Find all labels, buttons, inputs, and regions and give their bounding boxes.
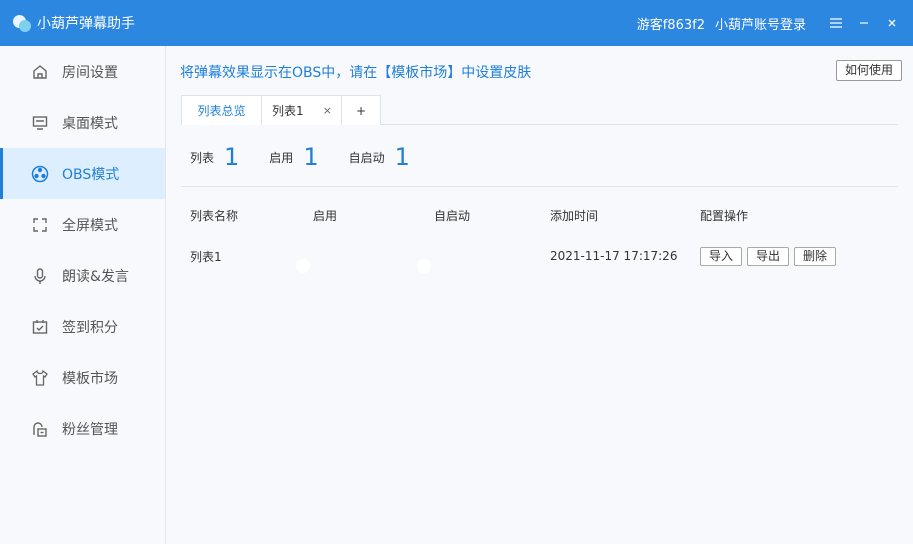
sidebar-item-label: 模板市场 xyxy=(62,370,118,387)
divider xyxy=(181,186,898,187)
sidebar-item-label: 桌面模式 xyxy=(62,115,118,132)
main-panel: 将弹幕效果显示在OBS中，请在【模板市场】中设置皮肤 如何使用 列表总览 列表1… xyxy=(166,46,913,544)
sidebar-item-obs-mode[interactable]: OBS模式 xyxy=(0,148,165,199)
table-header: 列表名称 启用 自启动 添加时间 配置操作 xyxy=(190,206,898,224)
home-icon xyxy=(31,63,49,81)
title-bar: 小葫芦弹幕助手 游客f863f2 小葫芦账号登录 xyxy=(0,0,913,46)
export-button[interactable]: 导出 xyxy=(747,246,790,266)
how-to-use-button[interactable]: 如何使用 xyxy=(835,60,902,81)
obs-hint-text: 将弹幕效果显示在OBS中，请在【模板市场】中设置皮肤 xyxy=(180,65,532,81)
column-header-name: 列表名称 xyxy=(190,208,239,223)
stat-label-lists: 列表 xyxy=(190,150,215,165)
sidebar-item-read-speak[interactable]: 朗读&发言 xyxy=(0,250,165,301)
stat-label-enabled: 启用 xyxy=(269,150,294,165)
add-tab-button[interactable]: + xyxy=(342,95,381,125)
column-header-actions: 配置操作 xyxy=(700,208,749,223)
minimize-icon[interactable] xyxy=(850,9,878,37)
sidebar-item-label: 朗读&发言 xyxy=(62,268,129,285)
close-icon[interactable]: × xyxy=(323,104,332,117)
column-header-autostart: 自启动 xyxy=(434,208,471,223)
tab-list1[interactable]: 列表1 × xyxy=(262,95,342,125)
stat-value-autostart: 1 xyxy=(394,143,410,171)
fullscreen-icon xyxy=(31,216,49,234)
tab-list-overview[interactable]: 列表总览 xyxy=(181,95,262,125)
sidebar-item-desktop-mode[interactable]: 桌面模式 xyxy=(0,97,165,148)
shirt-icon xyxy=(31,369,49,387)
delete-button[interactable]: 删除 xyxy=(794,246,837,266)
stat-value-enabled: 1 xyxy=(303,143,319,171)
table-row: 列表1 2021-11-17 17:17:26 导入 导出 删除 xyxy=(190,244,898,273)
actions-cell: 导入 导出 删除 xyxy=(700,246,898,266)
sidebar-item-label: 粉丝管理 xyxy=(62,421,118,438)
tab-bar: 列表总览 列表1 × + xyxy=(181,95,898,125)
tab-label: 列表1 xyxy=(272,104,304,118)
import-button[interactable]: 导入 xyxy=(700,246,743,266)
menu-icon[interactable] xyxy=(822,9,850,37)
guest-username: 游客f863f2 xyxy=(636,17,705,33)
monitor-icon xyxy=(31,114,49,132)
app-logo-icon xyxy=(13,13,33,33)
added-time-cell: 2021-11-17 17:17:26 xyxy=(550,249,678,263)
column-header-enabled: 启用 xyxy=(313,208,338,223)
app-title: 小葫芦弹幕助手 xyxy=(37,16,135,32)
close-icon[interactable] xyxy=(878,9,906,37)
sidebar-item-label: 签到积分 xyxy=(62,319,118,336)
sidebar-item-fullscreen-mode[interactable]: 全屏模式 xyxy=(0,199,165,250)
column-header-added-time: 添加时间 xyxy=(550,208,599,223)
sidebar-item-label: 全屏模式 xyxy=(62,217,118,234)
account-login-link[interactable]: 小葫芦账号登录 xyxy=(715,14,806,33)
stat-value-lists: 1 xyxy=(224,143,240,171)
sidebar: 房间设置 桌面模式 OBS模式 全屏模式 朗读&发言 签到积分 模板市场 粉丝管… xyxy=(0,46,166,544)
calendar-check-icon xyxy=(31,318,49,336)
sidebar-item-label: OBS模式 xyxy=(62,166,120,183)
sidebar-item-room-settings[interactable]: 房间设置 xyxy=(0,46,165,97)
sidebar-item-template-market[interactable]: 模板市场 xyxy=(0,352,165,403)
stats-row: 列表 1 启用 1 自启动 1 xyxy=(190,143,440,171)
sidebar-item-checkin-points[interactable]: 签到积分 xyxy=(0,301,165,352)
sidebar-item-label: 房间设置 xyxy=(62,64,118,81)
fan-lock-icon xyxy=(31,420,49,438)
stat-label-autostart: 自启动 xyxy=(348,150,385,165)
microphone-icon xyxy=(31,267,49,285)
list-name-cell: 列表1 xyxy=(190,249,222,264)
sidebar-item-fan-management[interactable]: 粉丝管理 xyxy=(0,403,165,454)
obs-icon xyxy=(31,165,49,183)
